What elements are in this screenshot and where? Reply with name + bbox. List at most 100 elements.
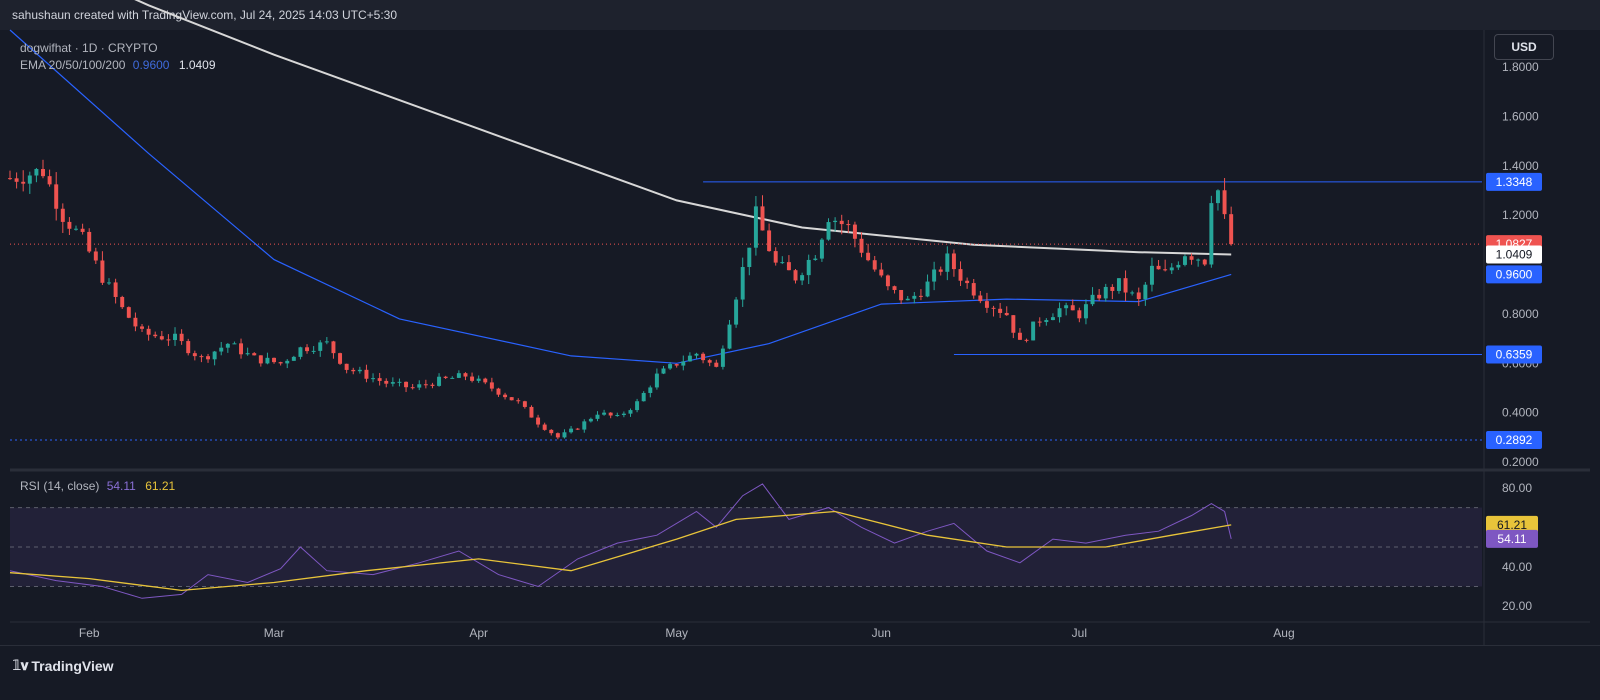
candle-body	[225, 343, 230, 348]
chart-canvas[interactable]: 1.80001.60001.40001.20000.80000.60000.40…	[0, 0, 1600, 699]
candle-body	[1209, 203, 1214, 265]
candle-body	[687, 355, 692, 362]
candle-body	[932, 269, 937, 282]
candle-body	[1202, 259, 1207, 265]
candle-body	[654, 373, 659, 388]
candle-body	[430, 384, 435, 386]
candle-body	[641, 392, 646, 402]
candle-body	[786, 262, 791, 271]
candle-body	[1110, 286, 1115, 291]
candle-body	[107, 282, 111, 284]
candle-body	[1196, 259, 1201, 261]
candle-body	[437, 376, 442, 386]
candle-body	[1037, 321, 1042, 323]
candle-body	[1070, 305, 1075, 311]
candle-body	[740, 267, 745, 300]
candle-body	[661, 368, 666, 374]
candle-body	[602, 412, 607, 415]
candle-body	[41, 169, 45, 177]
candle-body	[885, 275, 890, 287]
candle-body	[1123, 278, 1128, 293]
time-tick-label: May	[665, 626, 688, 640]
candle-body	[100, 260, 105, 283]
candle-body	[1017, 332, 1022, 340]
candle-body	[410, 387, 415, 389]
candle-body	[212, 351, 217, 360]
candle-body	[760, 206, 765, 231]
candle-body	[780, 262, 785, 264]
candle-body	[404, 381, 409, 388]
time-tick-label: Jul	[1072, 626, 1087, 640]
candle-body	[371, 378, 376, 380]
candle-body	[496, 388, 501, 395]
candle-body	[1057, 308, 1062, 318]
candle-body	[945, 253, 950, 272]
candle-body	[54, 184, 59, 209]
candle-body	[179, 333, 184, 342]
candle-body	[714, 362, 719, 367]
candle-body	[1044, 320, 1049, 323]
candle-body	[1024, 339, 1029, 341]
candle-body	[1149, 265, 1154, 285]
candle-body	[1097, 294, 1102, 299]
candle-body	[734, 299, 739, 325]
candle-body	[1189, 256, 1194, 260]
candle-body	[93, 251, 98, 261]
candle-body	[542, 424, 547, 430]
candle-body	[753, 206, 758, 248]
rsi-legend[interactable]: RSI (14, close) 54.11 61.21	[20, 478, 175, 495]
candle-body	[1083, 304, 1088, 319]
candle-body	[971, 283, 976, 296]
candle-body	[555, 433, 560, 438]
candle-body	[357, 369, 362, 372]
ema-white-line	[134, 0, 1232, 256]
currency-button[interactable]: USD	[1494, 34, 1554, 60]
candle-body	[272, 357, 277, 363]
candle-body	[344, 363, 349, 370]
candle-body	[569, 428, 574, 433]
candle-body	[1215, 190, 1220, 204]
candle-body	[615, 415, 620, 417]
candle-body	[984, 301, 989, 308]
candle-body	[34, 169, 39, 176]
price-tick-label: 0.8000	[1502, 307, 1539, 321]
candle-body	[958, 269, 963, 281]
time-tick-label: Aug	[1273, 626, 1294, 640]
ema-legend-row[interactable]: EMA 20/50/100/200 0.9600 1.0409	[20, 57, 216, 74]
candle-body	[245, 353, 250, 355]
candle-body	[681, 361, 686, 366]
candle-body	[192, 353, 197, 357]
candle-body	[252, 353, 257, 356]
candle-body	[925, 281, 930, 297]
candle-body	[595, 414, 600, 419]
candle-body	[951, 253, 956, 270]
candle-body	[1136, 292, 1141, 300]
candle-body	[351, 369, 356, 372]
candle-body	[833, 220, 838, 223]
symbol-title[interactable]: dogwifhat · 1D · CRYPTO	[20, 40, 216, 57]
candle-body	[80, 228, 85, 232]
candle-body	[1050, 317, 1055, 321]
candle-body	[608, 412, 613, 416]
candle-body	[1116, 278, 1121, 291]
candle-body	[648, 387, 653, 393]
candle-body	[701, 353, 706, 361]
candle-body	[529, 406, 534, 418]
candle-body	[575, 428, 580, 430]
candle-body	[285, 360, 290, 364]
candle-body	[450, 377, 455, 379]
tradingview-logo[interactable]: 𝟙𝐯 TradingView	[12, 657, 114, 674]
candle-body	[278, 362, 283, 364]
candle-body	[1163, 269, 1168, 271]
candle-body	[423, 384, 428, 386]
candle-body	[819, 239, 824, 259]
candle-body	[1077, 310, 1082, 319]
candle-body	[621, 413, 626, 416]
candle-body	[1004, 312, 1009, 316]
footer	[0, 645, 1600, 700]
candle-body	[707, 360, 712, 363]
candle-body	[892, 286, 897, 290]
candle-body	[668, 364, 673, 369]
candle-body	[199, 356, 204, 358]
rsi-price-label-text: 61.21	[1497, 518, 1527, 532]
